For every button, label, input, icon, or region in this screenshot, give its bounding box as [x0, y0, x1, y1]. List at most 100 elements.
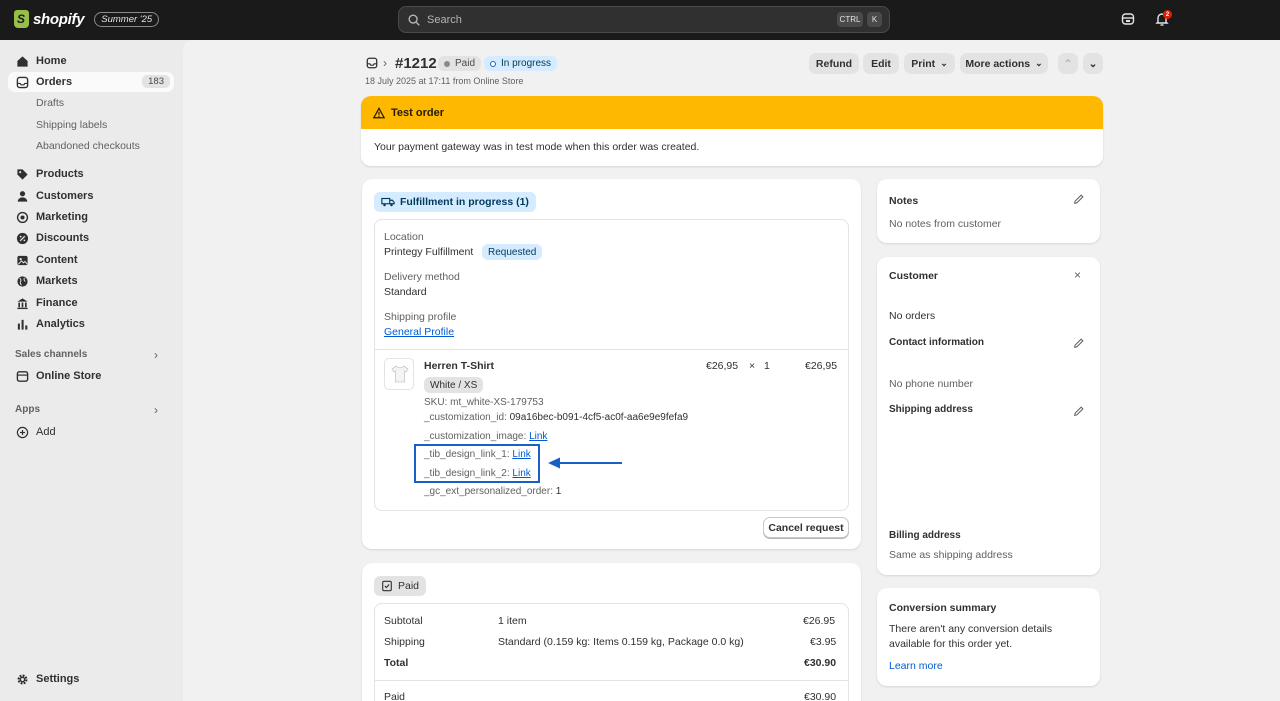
shipping-address-title: Shipping address: [889, 404, 973, 415]
warning-icon: [373, 106, 385, 118]
shipping-profile-link[interactable]: General Profile: [384, 326, 454, 338]
shopify-logo[interactable]: shopify Summer '25: [14, 10, 160, 28]
store-icon[interactable]: [1120, 11, 1136, 27]
print-button[interactable]: Print ⌄: [904, 53, 955, 74]
payment-title: Paid: [398, 580, 420, 592]
pencil-icon[interactable]: [1073, 193, 1085, 205]
home-icon: [17, 55, 28, 67]
product-name-link[interactable]: Herren T-Shirt: [424, 360, 494, 372]
divider: [375, 680, 848, 681]
previous-order-button[interactable]: ⌃: [1058, 53, 1078, 74]
divider: [375, 349, 848, 350]
customer-orders: No orders: [889, 310, 936, 322]
sidebar-item-products[interactable]: Products: [8, 164, 174, 184]
requested-badge: Requested: [482, 244, 543, 260]
cancel-request-button[interactable]: Cancel request: [763, 517, 849, 538]
notes-card: [877, 179, 1100, 243]
total-amount: €30.90: [804, 657, 837, 669]
subtotal-label: Subtotal: [384, 615, 423, 627]
shipping-label: Shipping: [384, 636, 425, 648]
orders-count-badge: 183: [142, 75, 170, 88]
shortcut-key-ctrl: CTRL: [837, 12, 863, 27]
sidebar-item-label: Marketing: [36, 211, 88, 223]
truck-icon: [381, 197, 395, 207]
sidebar-item-markets[interactable]: Markets: [8, 271, 174, 291]
refund-button[interactable]: Refund: [809, 53, 859, 74]
line-total: €26,95: [805, 360, 838, 372]
conversion-text-line-2: available for this order yet.: [889, 638, 1013, 650]
sidebar-item-add-app[interactable]: Add: [8, 422, 174, 442]
target-icon: [16, 211, 29, 223]
payment-status-tag: Paid: [374, 576, 427, 596]
edit-button[interactable]: Edit: [863, 53, 899, 74]
shopify-bag-icon: [14, 10, 29, 28]
notes-text: No notes from customer: [889, 218, 1002, 230]
sidebar-item-home[interactable]: Home: [8, 51, 174, 71]
product-thumbnail[interactable]: [384, 358, 414, 390]
sidebar-item-content[interactable]: Content: [8, 250, 174, 270]
sidebar-item-label: Add: [36, 426, 56, 438]
close-icon[interactable]: ×: [1074, 268, 1081, 282]
total-label: Total: [384, 657, 409, 669]
chevron-right-icon[interactable]: ›: [154, 348, 158, 362]
sidebar-item-customers[interactable]: Customers: [8, 186, 174, 206]
chevron-up-icon: ⌃: [1063, 57, 1073, 70]
property-value: 09a16bec-b091-4cf5-ac0f-aa6e9e9fefa9: [509, 412, 689, 423]
sidebar-subitem-drafts[interactable]: Drafts: [36, 97, 64, 109]
sidebar-item-discounts[interactable]: Discounts: [8, 228, 174, 248]
next-order-button[interactable]: ⌄: [1083, 53, 1103, 74]
edition-badge[interactable]: Summer '25: [94, 11, 160, 27]
sidebar-item-label: Customers: [36, 190, 94, 202]
sidebar-item-analytics[interactable]: Analytics: [8, 314, 174, 334]
pencil-icon[interactable]: [1073, 405, 1085, 417]
sidebar-item-settings[interactable]: Settings: [8, 669, 174, 689]
subtotal-desc: 1 item: [498, 615, 527, 627]
quantity: 1: [764, 360, 770, 372]
sales-channels-label[interactable]: Sales channels: [15, 349, 87, 360]
paid-label: Paid: [384, 691, 406, 701]
sku-text: SKU: mt_white-XS-179753: [424, 397, 544, 408]
sidebar-item-finance[interactable]: Finance: [8, 293, 174, 313]
search-placeholder: Search: [427, 13, 462, 26]
tshirt-icon: [391, 365, 409, 383]
sidebar-item-label: Home: [36, 55, 67, 67]
globe-icon: [17, 275, 28, 287]
pencil-icon[interactable]: [1073, 337, 1085, 349]
property-row: _gc_ext_personalized_order: 1: [424, 486, 561, 497]
receipt-check-icon: [382, 580, 392, 592]
sidebar-item-label: Settings: [36, 673, 80, 685]
unit-price: €26,95: [706, 360, 739, 372]
inbox-icon: [16, 76, 29, 88]
gear-icon: [17, 673, 28, 685]
customization-image-link[interactable]: Link: [529, 431, 547, 442]
highlight-box: [414, 444, 540, 483]
sidebar-item-label: Online Store: [36, 370, 102, 382]
arrow-left-icon: [548, 457, 622, 469]
location-label: Location: [384, 231, 424, 243]
sidebar-item-orders[interactable]: Orders 183: [8, 72, 174, 92]
inbox-icon[interactable]: [366, 57, 378, 69]
sidebar-subitem-abandoned-checkouts[interactable]: Abandoned checkouts: [36, 140, 140, 152]
content-icon: [17, 255, 28, 265]
chevron-down-icon: ⌄: [1088, 57, 1098, 70]
banner-header: Test order: [361, 96, 1103, 129]
fulfillment-status-badge: In progress: [484, 56, 558, 71]
sidebar-item-marketing[interactable]: Marketing: [8, 207, 174, 227]
sidebar-subitem-shipping-labels[interactable]: Shipping labels: [36, 119, 107, 131]
person-icon: [17, 190, 28, 202]
chevron-right-icon[interactable]: ›: [154, 403, 158, 417]
search-input[interactable]: Search CTRL K: [398, 6, 890, 33]
contact-information-title: Contact information: [889, 337, 984, 348]
plus-circle-icon: [16, 426, 29, 438]
property-value: 1: [555, 486, 562, 497]
learn-more-link[interactable]: Learn more: [889, 660, 943, 672]
more-actions-button[interactable]: More actions ⌄: [960, 53, 1048, 74]
customer-title: Customer: [889, 270, 939, 282]
test-order-banner: Test order Your payment gateway was in t…: [361, 96, 1103, 166]
location-value: Printegy Fulfillment: [384, 246, 474, 258]
payment-status-label: Paid: [455, 58, 476, 69]
apps-label[interactable]: Apps: [15, 404, 40, 415]
sidebar-item-label: Analytics: [36, 318, 85, 330]
sidebar-item-online-store[interactable]: Online Store: [8, 366, 174, 386]
delivery-method-value: Standard: [384, 286, 427, 298]
